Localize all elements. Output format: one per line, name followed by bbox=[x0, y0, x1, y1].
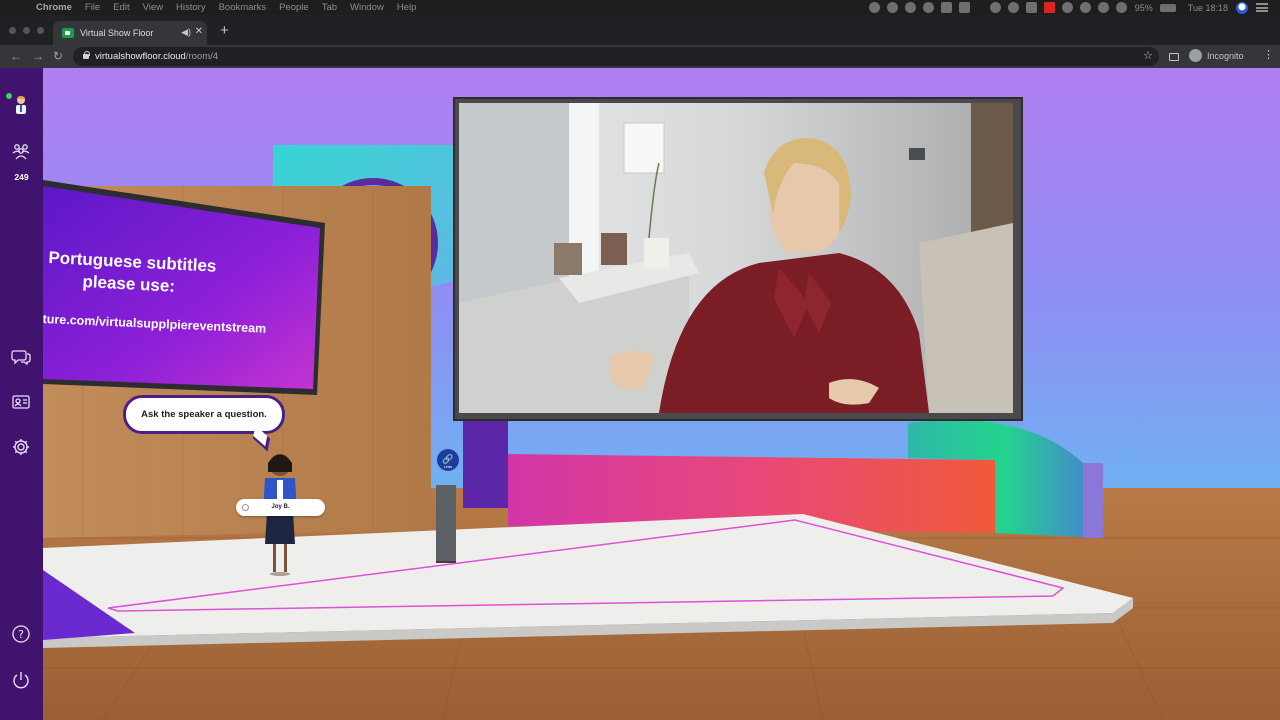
window-zoom-button[interactable] bbox=[37, 27, 44, 34]
display-icon[interactable] bbox=[958, 2, 970, 13]
chrome-menu-icon[interactable]: ⋮ bbox=[1263, 49, 1274, 61]
dropbox-status-icon[interactable] bbox=[1061, 2, 1073, 13]
menu-edit[interactable]: Edit bbox=[113, 2, 129, 13]
avatar-icon bbox=[16, 96, 26, 114]
tab-close-icon[interactable]: ✕ bbox=[195, 26, 203, 37]
avatar-nameplate[interactable]: Joy B. bbox=[236, 499, 325, 516]
user-status-icon[interactable] bbox=[989, 2, 1001, 13]
swiss-flag-icon[interactable] bbox=[1043, 2, 1055, 13]
new-tab-button[interactable]: + bbox=[220, 23, 229, 38]
status-app-icon[interactable] bbox=[868, 2, 880, 13]
attendee-count: 249 bbox=[14, 172, 29, 182]
bookmark-star-icon[interactable]: ☆ bbox=[1143, 49, 1153, 62]
lock-icon[interactable] bbox=[83, 51, 90, 59]
menu-help[interactable]: Help bbox=[397, 2, 417, 13]
forward-arrow-icon[interactable]: → bbox=[32, 48, 44, 64]
reload-icon[interactable]: ↻ bbox=[53, 48, 63, 64]
browser-tab-strip: Virtual Show Floor ◀) ✕ + bbox=[0, 15, 1280, 45]
camera-icon[interactable] bbox=[922, 2, 934, 13]
audio-playing-icon[interactable]: ◀) bbox=[181, 27, 191, 38]
help-icon: ? bbox=[12, 625, 30, 643]
back-arrow-icon[interactable]: ← bbox=[10, 48, 22, 64]
incognito-indicator[interactable]: Incognito bbox=[1181, 49, 1244, 62]
user-avatar-icon[interactable] bbox=[1236, 1, 1248, 14]
chat-icon bbox=[11, 350, 31, 366]
menu-history[interactable]: History bbox=[176, 2, 206, 13]
wifi-icon[interactable] bbox=[1097, 2, 1109, 13]
chat-button[interactable] bbox=[11, 348, 31, 368]
dropbox-icon[interactable] bbox=[904, 2, 916, 13]
avatar-name: Joy B. bbox=[271, 504, 290, 510]
sync-icon[interactable] bbox=[940, 2, 952, 13]
menu-view[interactable]: View bbox=[143, 2, 163, 13]
speaker-video-frame bbox=[459, 103, 1013, 413]
logout-button[interactable] bbox=[11, 670, 31, 690]
incognito-label: Incognito bbox=[1207, 50, 1244, 61]
notification-center-icon[interactable] bbox=[1256, 3, 1268, 12]
clock[interactable]: Tue 18:18 bbox=[1188, 3, 1228, 13]
ask-speaker-bubble[interactable]: Ask the speaker a question. bbox=[123, 395, 285, 434]
url-path: /room/4 bbox=[185, 51, 219, 62]
link-icon: 🔗 bbox=[442, 454, 454, 464]
site-favicon-icon bbox=[62, 28, 74, 38]
window-minimize-button[interactable] bbox=[23, 27, 30, 34]
bluetooth-icon[interactable] bbox=[1079, 2, 1091, 13]
people-icon bbox=[12, 144, 30, 160]
window-close-button[interactable] bbox=[9, 27, 16, 34]
macos-menu-bar: Chrome File Edit View History Bookmarks … bbox=[0, 0, 1280, 15]
adobe-icon[interactable] bbox=[1007, 2, 1019, 13]
svg-text:?: ? bbox=[18, 628, 24, 641]
url-host: virtualshowfloor.cloud bbox=[95, 51, 186, 62]
address-bar[interactable]: virtualshowfloor.cloud /room/4 ☆ bbox=[73, 47, 1159, 66]
app-sidebar: 249 ? bbox=[0, 68, 43, 720]
my-avatar-button[interactable] bbox=[11, 94, 31, 114]
power-icon bbox=[13, 672, 29, 689]
attendees-button[interactable] bbox=[11, 142, 31, 162]
menu-window[interactable]: Window bbox=[350, 2, 384, 13]
links-hotspot-label: Links bbox=[443, 465, 453, 469]
help-button[interactable]: ? bbox=[11, 624, 31, 644]
menu-tab[interactable]: Tab bbox=[322, 2, 337, 13]
browser-toolbar: ← → ↻ virtualshowfloor.cloud /room/4 ☆ I… bbox=[0, 45, 1280, 68]
speaker-video[interactable] bbox=[459, 103, 1013, 413]
gear-icon bbox=[13, 439, 29, 455]
screen-icon[interactable] bbox=[1025, 2, 1037, 13]
contact-card-icon bbox=[12, 395, 30, 409]
menu-people[interactable]: People bbox=[279, 2, 309, 13]
cloud-icon[interactable] bbox=[886, 2, 898, 13]
tab-title: Virtual Show Floor bbox=[80, 28, 154, 38]
avatar-status-icon bbox=[242, 504, 249, 511]
volume-icon[interactable] bbox=[1115, 2, 1127, 13]
battery-icon[interactable] bbox=[1159, 3, 1176, 12]
menu-bookmarks[interactable]: Bookmarks bbox=[219, 2, 267, 13]
virtual-event-scene[interactable]: Portuguese subtitles please use: ture.co… bbox=[43, 68, 1280, 720]
menu-chrome[interactable]: Chrome bbox=[36, 2, 72, 13]
settings-button[interactable] bbox=[11, 437, 31, 457]
battery-percent[interactable]: 95% bbox=[1135, 3, 1153, 13]
cast-icon[interactable] bbox=[1169, 53, 1179, 61]
contacts-button[interactable] bbox=[11, 393, 31, 413]
apple-icon[interactable] bbox=[14, 3, 26, 13]
menu-file[interactable]: File bbox=[85, 2, 100, 13]
incognito-icon bbox=[1189, 49, 1202, 62]
browser-tab-active[interactable]: Virtual Show Floor ◀) ✕ bbox=[53, 21, 207, 45]
